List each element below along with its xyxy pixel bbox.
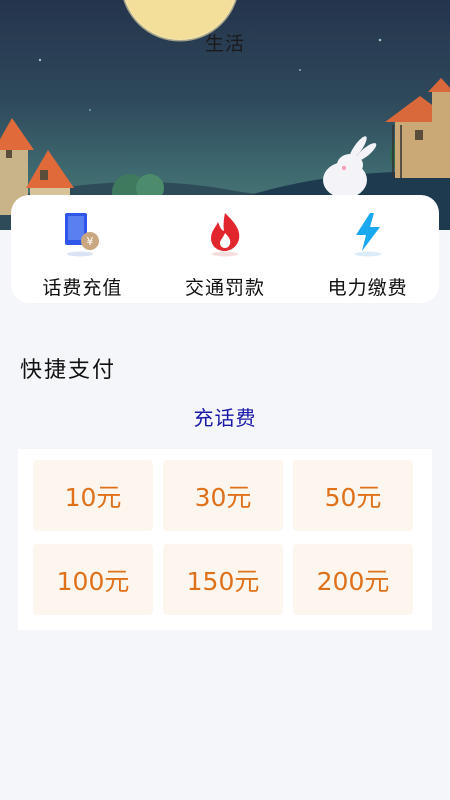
amount-panel: 10元 30元 50元 100元 150元 200元: [18, 449, 432, 630]
amount-option-200[interactable]: 200元: [293, 544, 413, 615]
amount-option-30[interactable]: 30元: [163, 460, 283, 531]
service-electricity-bill[interactable]: 电力缴费: [298, 195, 438, 300]
page-title: 生活: [204, 33, 245, 55]
service-phone-recharge-label: 话费充值: [42, 277, 123, 299]
svg-text:¥: ¥: [87, 235, 94, 248]
amount-option-150[interactable]: 150元: [163, 544, 283, 615]
amount-option-10[interactable]: 10元: [33, 460, 153, 531]
service-electricity-bill-label: 电力缴费: [327, 277, 408, 299]
service-phone-recharge[interactable]: ¥ 话费充值: [12, 195, 152, 300]
phone-recharge-icon: ¥: [60, 209, 104, 259]
lightning-icon: [346, 209, 390, 259]
amount-option-100[interactable]: 100元: [33, 544, 153, 615]
service-traffic-fine-label: 交通罚款: [184, 277, 265, 299]
amount-grid: 10元 30元 50元 100元 150元 200元: [33, 460, 413, 615]
recharge-subtitle: 充话费: [193, 406, 257, 430]
flame-icon: [203, 209, 247, 259]
service-shortcuts-card: ¥ 话费充值 交通罚款 电力缴费: [11, 195, 439, 303]
service-traffic-fine[interactable]: 交通罚款: [155, 195, 295, 300]
quick-pay-title: 快捷支付: [20, 358, 117, 383]
amount-option-50[interactable]: 50元: [293, 460, 413, 531]
